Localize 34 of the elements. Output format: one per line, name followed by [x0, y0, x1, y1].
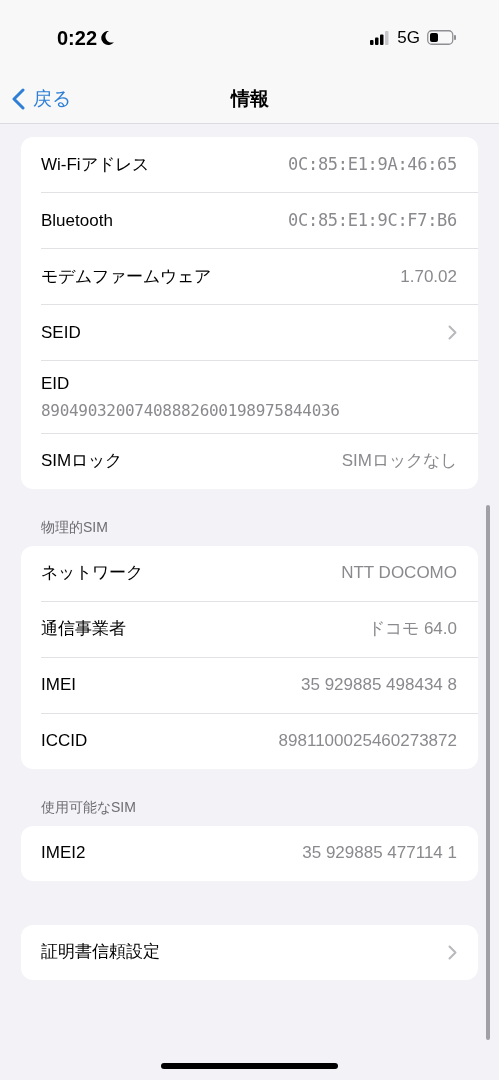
back-chevron-icon — [12, 88, 25, 110]
battery-icon — [427, 30, 457, 45]
row-value: 89049032007408882600198975844036 — [41, 399, 341, 422]
row-label: IMEI2 — [41, 842, 86, 865]
chevron-icon — [448, 944, 457, 960]
status-time: 0:22 — [57, 25, 98, 51]
row-label: ICCID — [41, 730, 88, 753]
row-value: 1.70.02 — [400, 265, 457, 288]
row-value: 8981100025460273872 — [278, 730, 457, 753]
row-label: ネットワーク — [41, 562, 143, 585]
row-value: 35 929885 498434 8 — [301, 674, 457, 697]
row-label: EID — [41, 373, 71, 395]
row-label: IMEI — [41, 674, 76, 697]
row-value: 0C:85:E1:9C:F7:B6 — [288, 208, 457, 232]
row-label: SIMロック — [41, 450, 123, 473]
row-value: ドコモ 64.0 — [368, 618, 457, 641]
row-value: NTT DOCOMO — [341, 562, 457, 585]
row-value: SIMロックなし — [341, 450, 457, 473]
section-header: 物理的SIM — [40, 517, 109, 537]
chevron-icon — [448, 325, 457, 340]
row-value: 0C:85:E1:9A:46:65 — [288, 152, 457, 176]
back-button[interactable]: 戻る — [0, 84, 71, 114]
moon-icon — [99, 29, 116, 46]
settings-row[interactable]: 証明書信頼設定 — [41, 924, 457, 980]
nav-title: 情報 — [230, 86, 269, 111]
row-value: 35 929885 477114 1 — [302, 842, 457, 865]
signal-icon — [370, 30, 391, 45]
row-label: Bluetooth — [41, 209, 113, 232]
network-type: 5G — [397, 26, 420, 49]
row-label: Wi-Fiアドレス — [41, 153, 149, 176]
row-label: モデムファームウェア — [41, 265, 211, 288]
section-header: 使用可能なSIM — [40, 797, 137, 817]
settings-row[interactable]: SEID — [41, 305, 457, 360]
row-label: 通信事業者 — [41, 618, 126, 641]
